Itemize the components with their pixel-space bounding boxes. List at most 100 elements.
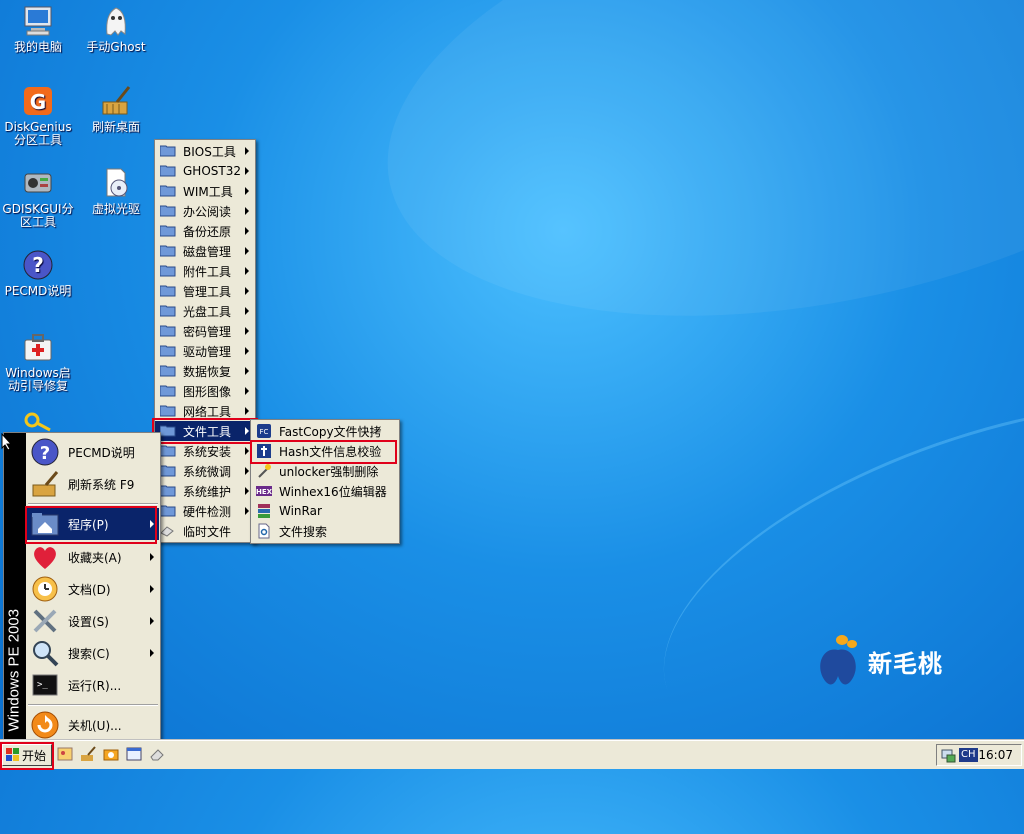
desktop-icon-pecmd-help[interactable]: ? PECMD说明 xyxy=(0,248,76,298)
programs-item-label: 驱动管理 xyxy=(183,344,232,359)
programs-item[interactable]: 系统微调 xyxy=(155,461,255,481)
programs-item[interactable]: 光盘工具 xyxy=(155,301,255,321)
programs-item-label: GHOST32 xyxy=(183,164,241,178)
terminal-icon: >_ xyxy=(30,670,60,700)
file-search-icon xyxy=(256,523,272,539)
quicklaunch-folder-icon[interactable] xyxy=(103,746,119,762)
programs-item[interactable]: 文件工具 xyxy=(155,421,255,441)
programs-item[interactable]: 办公阅读 xyxy=(155,201,255,221)
folder-icon xyxy=(159,225,176,237)
submenu-arrow-icon xyxy=(245,487,249,495)
documents-icon xyxy=(30,574,60,604)
folder-icon xyxy=(159,165,176,177)
start-button[interactable]: 开始 xyxy=(2,744,52,766)
start-menu: Windows PE 2003 ? PECMD说明 刷新系统 F9 程序(P) … xyxy=(3,432,161,741)
start-item-programs[interactable]: 程序(P) xyxy=(26,508,159,540)
programs-item[interactable]: 临时文件 xyxy=(155,521,255,541)
programs-item-label: 系统微调 xyxy=(183,464,232,479)
start-item-label: 搜索(C) xyxy=(68,646,110,661)
programs-item[interactable]: 网络工具 xyxy=(155,401,255,421)
quicklaunch-eraser-icon[interactable] xyxy=(149,746,165,762)
programs-item[interactable]: 附件工具 xyxy=(155,261,255,281)
start-item-settings[interactable]: 设置(S) xyxy=(26,605,159,637)
start-item-favorites[interactable]: 收藏夹(A) xyxy=(26,541,159,573)
programs-item-label: 密码管理 xyxy=(183,324,232,339)
start-button-label: 开始 xyxy=(22,748,47,763)
desktop-icon-diskgenius[interactable]: G DiskGenius分区工具 xyxy=(0,84,76,147)
programs-item[interactable]: 管理工具 xyxy=(155,281,255,301)
desktop-icon-gdiskgui[interactable]: GDISKGUI分区工具 xyxy=(0,166,76,229)
desktop-icon-manual-ghost[interactable]: 手动Ghost xyxy=(78,4,154,54)
programs-item-label: 系统维护 xyxy=(183,484,232,499)
submenu-arrow-icon xyxy=(245,347,249,355)
programs-item[interactable]: 磁盘管理 xyxy=(155,241,255,261)
programs-item[interactable]: WIM工具 xyxy=(155,181,255,201)
programs-item[interactable]: GHOST32 xyxy=(155,161,255,181)
desktop-icon-label: 刷新桌面 xyxy=(91,120,140,134)
programs-item-label: 磁盘管理 xyxy=(183,244,232,259)
file-tools-item[interactable]: Hash文件信息校验 xyxy=(251,441,399,461)
svg-text:G: G xyxy=(30,90,46,114)
folder-icon xyxy=(159,365,176,377)
start-item-label: 刷新系统 F9 xyxy=(68,477,135,492)
start-item-search[interactable]: 搜索(C) xyxy=(26,637,159,669)
start-item-documents[interactable]: 文档(D) xyxy=(26,573,159,605)
submenu-arrow-icon xyxy=(245,227,249,235)
submenu-arrow-icon xyxy=(245,367,249,375)
programs-item[interactable]: 硬件检测 xyxy=(155,501,255,521)
desktop-icon-my-computer[interactable]: 我的电脑 xyxy=(0,4,76,54)
quicklaunch-image-icon[interactable] xyxy=(57,746,73,762)
submenu-arrow-icon xyxy=(245,147,249,155)
folder-icon xyxy=(159,345,176,357)
submenu-arrow-icon xyxy=(245,507,249,515)
search-icon xyxy=(30,638,60,668)
desktop-icon-virtual-drive[interactable]: 虚拟光驱 xyxy=(78,166,154,216)
wand-icon xyxy=(256,463,272,479)
folder-icon xyxy=(159,205,176,217)
programs-item-label: 文件工具 xyxy=(183,424,232,439)
file-tools-submenu: FC FastCopy文件快拷 Hash文件信息校验 unlocker强制删除 HEX W… xyxy=(250,419,400,544)
submenu-arrow-icon xyxy=(245,407,249,415)
file-tools-item[interactable]: 文件搜索 xyxy=(251,521,399,541)
svg-text:>_: >_ xyxy=(37,680,48,690)
language-indicator[interactable]: CH xyxy=(959,748,978,762)
quicklaunch-window-icon[interactable] xyxy=(126,746,142,762)
programs-item[interactable]: 系统安装 xyxy=(155,441,255,461)
file-tools-item-label: WinRar xyxy=(279,504,322,518)
programs-item[interactable]: 数据恢复 xyxy=(155,361,255,381)
start-item-run[interactable]: >_ 运行(R)... xyxy=(26,669,159,701)
desktop-icon-refresh-desktop[interactable]: 刷新桌面 xyxy=(78,84,154,134)
file-tools-item-label: Hash文件信息校验 xyxy=(279,444,382,459)
programs-item[interactable]: 图形图像 xyxy=(155,381,255,401)
winrar-icon xyxy=(256,503,272,519)
desktop-icon-boot-repair[interactable]: Windows启动引导修复 xyxy=(0,330,76,393)
tools-icon xyxy=(30,606,60,636)
fastcopy-icon: FC xyxy=(256,423,272,439)
folder-icon xyxy=(159,265,176,277)
start-item-pecmd-help[interactable]: ? PECMD说明 xyxy=(26,436,159,468)
network-tray-icon[interactable] xyxy=(940,747,956,763)
file-tools-item[interactable]: WinRar xyxy=(251,501,399,521)
programs-item[interactable]: 系统维护 xyxy=(155,481,255,501)
submenu-arrow-icon xyxy=(245,187,249,195)
start-logo-icon xyxy=(6,748,19,761)
temp-files-icon xyxy=(160,525,176,537)
folder-icon xyxy=(159,285,176,297)
start-item-refresh-system[interactable]: 刷新系统 F9 xyxy=(26,468,159,500)
file-tools-item[interactable]: HEX Winhex16位编辑器 xyxy=(251,481,399,501)
programs-item[interactable]: 备份还原 xyxy=(155,221,255,241)
folder-icon xyxy=(159,485,176,497)
programs-item[interactable]: BIOS工具 xyxy=(155,141,255,161)
heart-icon xyxy=(30,542,60,572)
file-tools-item[interactable]: unlocker强制删除 xyxy=(251,461,399,481)
programs-submenu: BIOS工具 GHOST32 WIM工具 办公阅读 备份还原磁盘管理附件工具 管理工具 光盘… xyxy=(154,139,256,543)
svg-text:?: ? xyxy=(32,253,44,277)
quicklaunch-broom-icon[interactable] xyxy=(80,746,96,762)
programs-item[interactable]: 密码管理 xyxy=(155,321,255,341)
programs-item[interactable]: 驱动管理 xyxy=(155,341,255,361)
brand-logo: 新毛桃 xyxy=(816,632,943,690)
svg-text:HEX: HEX xyxy=(256,488,272,496)
file-tools-item[interactable]: FC FastCopy文件快拷 xyxy=(251,421,399,441)
start-item-shutdown[interactable]: 关机(U)... xyxy=(26,709,159,741)
help-icon: ? xyxy=(30,437,60,467)
